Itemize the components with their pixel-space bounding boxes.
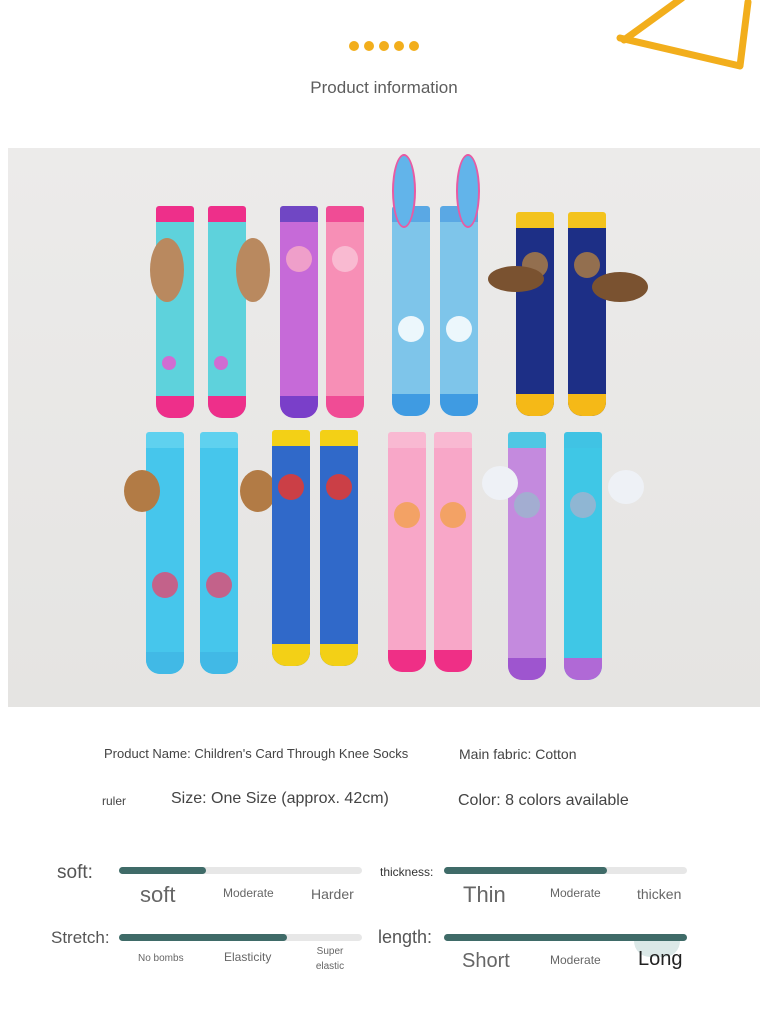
stretch-scale-track xyxy=(119,934,362,941)
main-fabric: Main fabric: Cotton xyxy=(459,746,577,762)
length-label: length: xyxy=(378,927,433,947)
koala-ear-left xyxy=(482,466,518,500)
sock-penguin-right xyxy=(320,430,358,666)
size-info: Size: One Size (approx. 42cm) xyxy=(171,790,389,807)
stretch-label: Stretch: xyxy=(51,928,110,947)
color-info: Color: 8 colors available xyxy=(458,792,629,809)
length-option-2: Moderate xyxy=(550,953,601,967)
sock-rabbit-right xyxy=(440,206,478,416)
product-name: Product Name: Children's Card Through Kn… xyxy=(104,746,409,761)
sock-penguin-left xyxy=(272,430,310,666)
thickness-option-1: Thin xyxy=(463,882,506,907)
sock-owl-left xyxy=(516,212,554,416)
rabbit-ear-right xyxy=(456,154,480,228)
ruler-label: ruler xyxy=(102,794,127,808)
stretch-option-3: Super elastic xyxy=(315,946,345,972)
thickness-scale-track xyxy=(444,867,687,874)
product-photo xyxy=(8,148,760,707)
sock-bunny-left xyxy=(156,206,194,418)
thickness-option-2: Moderate xyxy=(550,886,601,900)
thickness-scale-fill xyxy=(444,867,607,874)
stretch-option-2: Elasticity xyxy=(224,950,272,964)
sock-koala-left xyxy=(508,432,546,680)
stretch-scale-fill xyxy=(119,934,287,941)
sock-cat-right xyxy=(434,432,472,672)
soft-option-3: Harder xyxy=(311,886,354,902)
decorative-dots xyxy=(349,41,421,51)
length-option-1: Short xyxy=(462,950,510,972)
soft-option-1: soft xyxy=(140,882,176,907)
thickness-label: thickness: xyxy=(380,865,434,879)
koala-ear-right xyxy=(608,470,644,504)
sock-dog-left xyxy=(146,432,184,674)
sock-owl-right xyxy=(568,212,606,416)
bunny-ear-right xyxy=(236,238,270,302)
owl-wing-right xyxy=(592,272,648,302)
sock-bunny-right xyxy=(208,206,246,418)
soft-scale-track xyxy=(119,867,362,874)
sock-rabbit-left xyxy=(392,206,430,416)
length-option-3: Long xyxy=(638,948,683,970)
soft-scale-fill xyxy=(119,867,207,874)
owl-wing-left xyxy=(488,266,544,292)
sock-flower-right xyxy=(326,206,364,418)
dog-ear-right xyxy=(240,470,276,512)
length-scale-track xyxy=(444,934,687,941)
rabbit-ear-left xyxy=(392,154,416,228)
sock-koala-right xyxy=(564,432,602,680)
soft-option-2: Moderate xyxy=(223,886,274,900)
thickness-option-3: thicken xyxy=(637,886,682,902)
dog-ear-left xyxy=(124,470,160,512)
sock-cat-left xyxy=(388,432,426,672)
sock-dog-right xyxy=(200,432,238,674)
stretch-option-1: No bombs xyxy=(138,953,184,964)
triangle-decoration-icon xyxy=(616,0,752,70)
soft-label: soft: xyxy=(57,862,93,883)
sock-flower-left xyxy=(280,206,318,418)
bunny-ear-left xyxy=(150,238,184,302)
section-title: Product information xyxy=(310,78,458,97)
length-scale-fill xyxy=(444,934,687,941)
